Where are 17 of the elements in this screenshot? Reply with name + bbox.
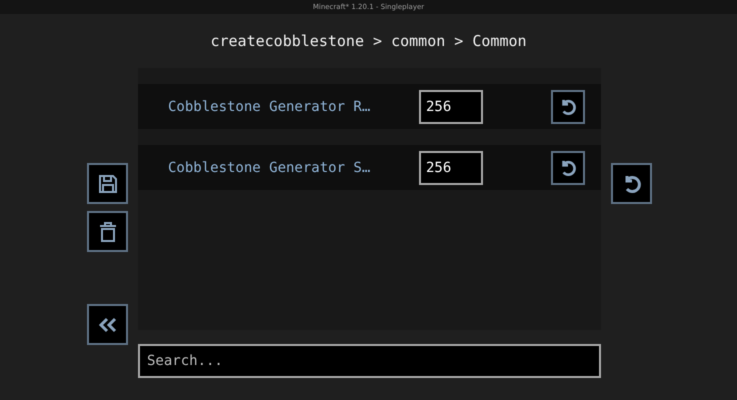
setting-label: Cobblestone Generator S…	[168, 160, 372, 176]
delete-button[interactable]	[87, 211, 128, 252]
reset-icon	[622, 174, 640, 192]
breadcrumb: createcobblestone > common > Common	[210, 32, 527, 50]
value-field[interactable]: 256	[419, 90, 483, 124]
reset-button[interactable]	[551, 90, 585, 124]
save-button[interactable]	[87, 163, 128, 204]
reset-icon	[560, 98, 576, 114]
reset-button[interactable]	[551, 150, 585, 184]
search-field[interactable]: Search...	[138, 344, 601, 378]
reset-icon	[560, 160, 576, 176]
double-chevron-left-icon	[98, 316, 116, 332]
back-button[interactable]	[87, 304, 128, 345]
setting-label: Cobblestone Generator R…	[168, 98, 372, 114]
value-field[interactable]: 256	[419, 150, 483, 184]
trash-icon	[98, 222, 116, 242]
reset-all-button[interactable]	[611, 163, 652, 204]
